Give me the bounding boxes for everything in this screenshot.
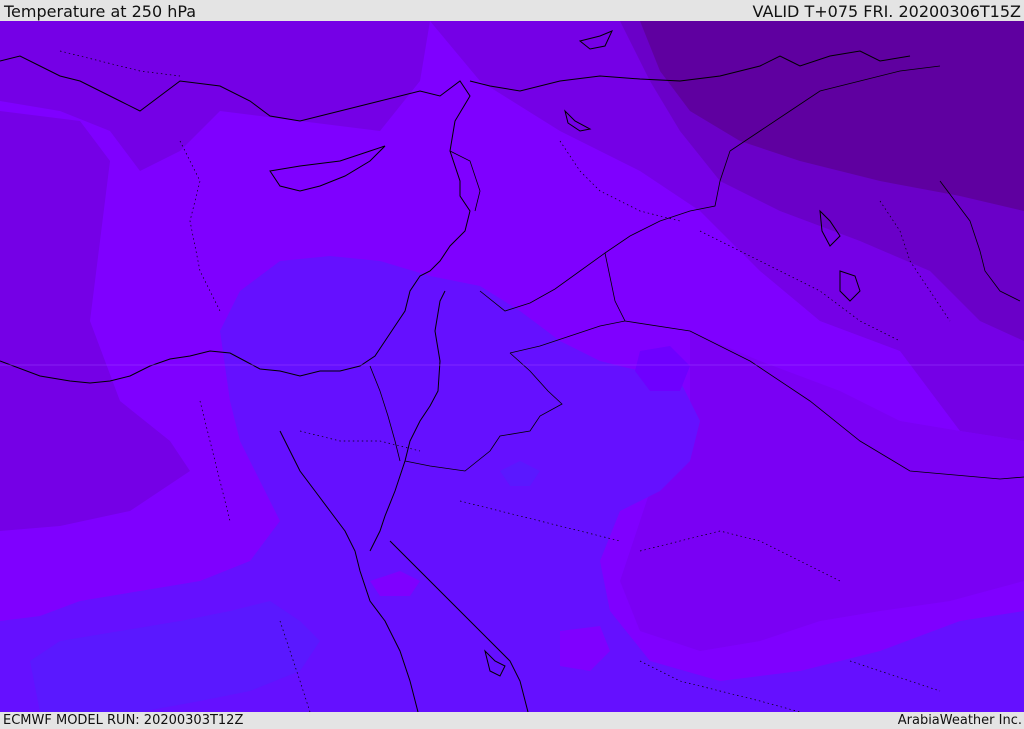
temperature-map — [0, 21, 1024, 712]
map-title: Temperature at 250 hPa — [4, 2, 197, 21]
footer-bar: ECMWF MODEL RUN: 20200303T12Z ArabiaWeat… — [0, 712, 1024, 729]
map-frame: Temperature at 250 hPa VALID T+075 FRI. … — [0, 0, 1024, 729]
valid-time: VALID T+075 FRI. 20200306T15Z — [752, 2, 1021, 21]
title-bar: Temperature at 250 hPa VALID T+075 FRI. … — [0, 0, 1024, 21]
model-run: ECMWF MODEL RUN: 20200303T12Z — [3, 713, 244, 728]
map-area — [0, 21, 1024, 712]
provider-credit: ArabiaWeather Inc. — [897, 713, 1022, 728]
